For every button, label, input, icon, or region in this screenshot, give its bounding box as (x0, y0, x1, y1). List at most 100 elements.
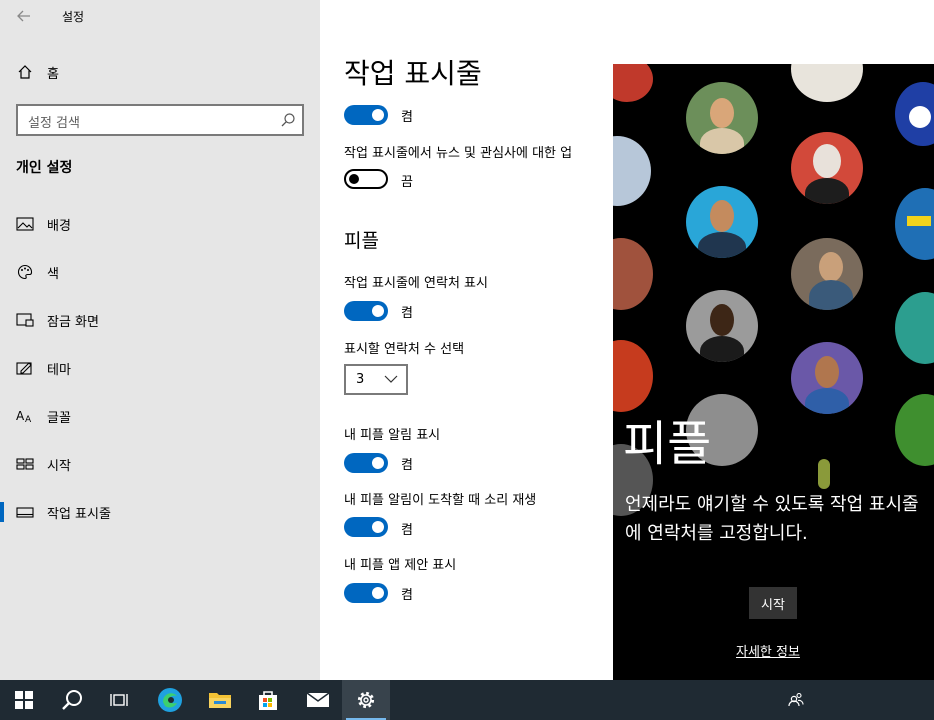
contact-avatar (613, 340, 653, 412)
contact-avatar (791, 132, 863, 204)
windows-start-icon (15, 691, 33, 709)
people-flyout: 피플 언제라도 얘기할 수 있도록 작업 표시줄에 연락처를 고정합니다. 시작… (613, 64, 934, 680)
sound-label: 내 피플 알림이 도착할 때 소리 재생 (344, 493, 537, 508)
start-button[interactable] (0, 680, 48, 720)
toggle-knob (372, 457, 384, 469)
contact-count-label: 표시할 연락처 수 선택 (344, 342, 465, 357)
dropdown-value: 3 (356, 372, 365, 387)
settings-icon (357, 691, 375, 709)
theme-icon (16, 359, 34, 377)
palette-icon (16, 263, 34, 281)
people-icon (788, 692, 804, 707)
search-icon (62, 690, 82, 710)
sidebar-item-label: 홈 (47, 66, 59, 82)
contact-avatar (791, 64, 863, 102)
sidebar-item-label: 시작 (47, 458, 71, 474)
font-icon: AA (16, 407, 34, 425)
suggestions-label: 내 피플 앱 제안 표시 (344, 558, 457, 573)
baseball-icon (909, 106, 931, 128)
store-icon (259, 691, 277, 710)
chevron-down-icon (384, 375, 398, 383)
sidebar-item-label: 작업 표시줄 (47, 506, 111, 522)
start-icon (16, 455, 34, 473)
back-button[interactable] (14, 6, 34, 26)
contact-avatar (686, 82, 758, 154)
taskbar-search-button[interactable] (48, 680, 96, 720)
notifications-label: 내 피플 알림 표시 (344, 428, 441, 443)
flyout-description: 언제라도 얘기할 수 있도록 작업 표시줄에 연락처를 고정합니다. (625, 494, 919, 544)
file-explorer-button[interactable] (196, 680, 244, 720)
notifications-toggle[interactable] (344, 453, 388, 473)
toggle-knob (372, 521, 384, 533)
image-icon (16, 215, 34, 233)
suggestions-toggle[interactable] (344, 583, 388, 603)
sidebar-item-label: 색 (47, 266, 59, 282)
sidebar-item-themes[interactable]: 테마 (0, 350, 320, 386)
mail-icon (306, 692, 330, 707)
mail-button[interactable] (294, 680, 342, 720)
sound-toggle[interactable] (344, 517, 388, 537)
sidebar-item-lock-screen[interactable]: 잠금 화면 (0, 302, 320, 338)
contact-avatar (895, 292, 934, 364)
toggle-knob (372, 109, 384, 121)
contact-avatar (686, 186, 758, 258)
task-view-button[interactable] (96, 680, 144, 720)
people-tray-button[interactable] (772, 680, 820, 720)
contact-avatar (895, 188, 934, 260)
toggle-state: 켬 (401, 458, 413, 473)
sidebar-item-home[interactable]: 홈 (0, 54, 320, 90)
contact-avatar (791, 342, 863, 414)
news-label: 작업 표시줄에서 뉴스 및 관심사에 대한 업 (344, 146, 573, 161)
decorative-plant (818, 459, 830, 489)
show-contacts-toggle[interactable] (344, 301, 388, 321)
sidebar-item-fonts[interactable]: AA 글꼴 (0, 398, 320, 434)
sidebar-item-background[interactable]: 배경 (0, 206, 320, 242)
toggle-knob (372, 587, 384, 599)
task-view-icon (110, 694, 128, 706)
people-heading: 피플 (344, 230, 379, 252)
svg-text:A: A (25, 415, 32, 424)
title-bar: 설정 (0, 0, 320, 32)
file-explorer-icon (209, 693, 231, 708)
lock-screen-icon (16, 311, 34, 329)
sidebar-item-taskbar[interactable]: 작업 표시줄 (0, 494, 320, 530)
learn-more-link[interactable]: 자세한 정보 (736, 641, 800, 660)
taskbar-icon (16, 503, 34, 521)
section-title: 개인 설정 (16, 160, 73, 176)
toggle-state: 켬 (401, 110, 413, 125)
taskbar-toggle[interactable] (344, 105, 388, 125)
search-icon (281, 113, 295, 127)
contact-avatar (613, 136, 651, 206)
sidebar-item-colors[interactable]: 색 (0, 254, 320, 290)
store-button[interactable] (244, 680, 292, 720)
contact-avatar (686, 290, 758, 362)
contact-avatar (895, 82, 934, 146)
toggle-state: 끔 (401, 175, 413, 190)
settings-taskbar-button[interactable] (342, 680, 390, 720)
active-indicator (0, 502, 4, 522)
show-contacts-label: 작업 표시줄에 연락처 표시 (344, 276, 488, 291)
toggle-knob (349, 174, 359, 184)
toggle-state: 켬 (401, 306, 413, 321)
sidebar-item-label: 글꼴 (47, 410, 71, 426)
toggle-knob (372, 305, 384, 317)
contact-avatar (895, 394, 934, 466)
get-started-button[interactable]: 시작 (749, 587, 797, 619)
sidebar-item-label: 테마 (47, 362, 71, 378)
window-title: 설정 (62, 10, 85, 24)
sidebar-item-start[interactable]: 시작 (0, 446, 320, 482)
sidebar-item-label: 잠금 화면 (47, 314, 99, 330)
contact-avatar (613, 64, 653, 102)
page-title: 작업 표시줄 (344, 57, 482, 90)
edge-button[interactable] (146, 680, 194, 720)
sidebar-item-label: 배경 (47, 218, 71, 234)
contact-avatar (791, 238, 863, 310)
toggle-state: 켬 (401, 523, 413, 538)
settings-search-input[interactable]: 설정 검색 (16, 104, 304, 136)
news-toggle[interactable] (344, 169, 388, 189)
taskbar (0, 680, 934, 720)
contact-count-dropdown[interactable]: 3 (344, 364, 408, 395)
flyout-title: 피플 (623, 416, 712, 472)
svg-text:A: A (16, 409, 25, 423)
contact-avatar (613, 238, 653, 310)
